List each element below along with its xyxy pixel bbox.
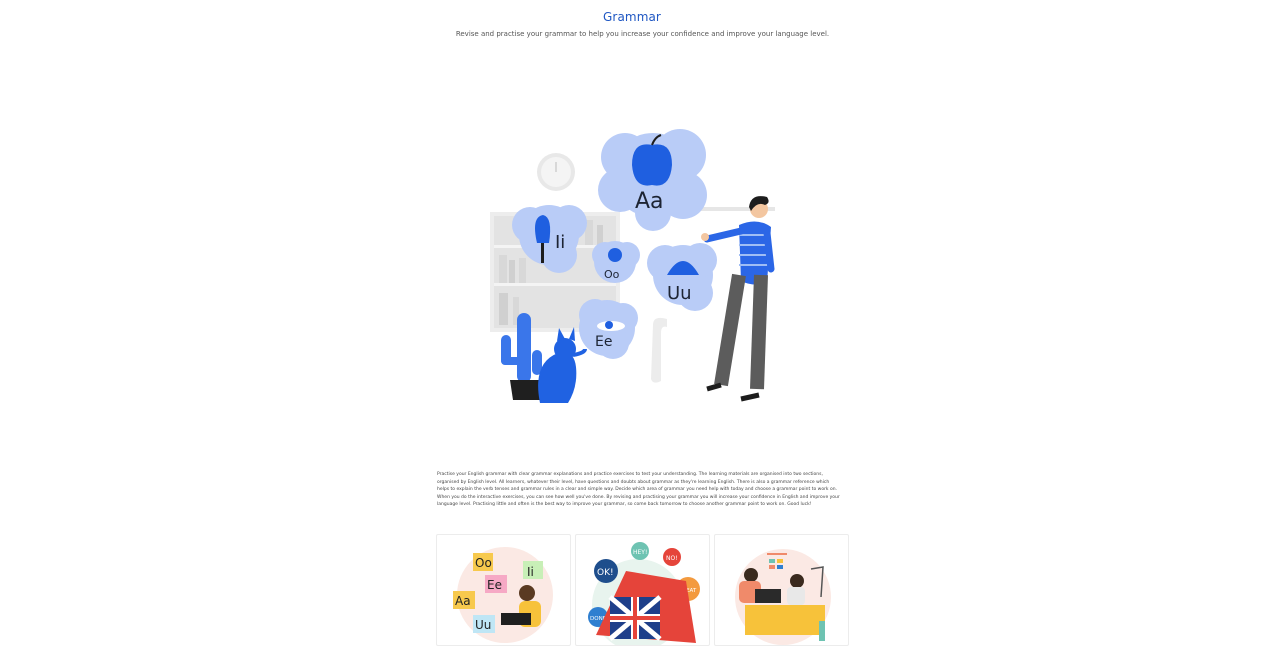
svg-text:Uu: Uu: [475, 618, 491, 632]
svg-text:Oo: Oo: [475, 556, 492, 570]
card-grammar-level-2[interactable]: HEY! NO! OK! GREAT DONE: [575, 534, 710, 646]
svg-text:HEY!: HEY!: [633, 549, 647, 556]
intro-paragraph: Practise your English grammar with clear…: [437, 472, 840, 507]
svg-text:NO!: NO!: [666, 555, 678, 562]
svg-text:Ii: Ii: [555, 232, 565, 253]
svg-text:Oo: Oo: [604, 268, 620, 281]
card-grammar-reference[interactable]: [714, 534, 849, 646]
hero-illustration: Aa Ii Oo Uu Ee: [485, 115, 785, 415]
svg-text:OK!: OK!: [597, 568, 614, 578]
card-grammar-level-1[interactable]: Oo Ee Ii Aa Uu: [436, 534, 571, 646]
svg-text:Ee: Ee: [595, 334, 612, 350]
page-title: Grammar: [603, 10, 661, 24]
svg-text:Ii: Ii: [527, 565, 534, 579]
svg-text:Uu: Uu: [667, 283, 692, 304]
svg-text:Aa: Aa: [455, 594, 471, 608]
svg-text:Ee: Ee: [487, 578, 502, 592]
svg-text:Aa: Aa: [635, 189, 664, 214]
page-subtitle: Revise and practise your grammar to help…: [455, 30, 830, 38]
